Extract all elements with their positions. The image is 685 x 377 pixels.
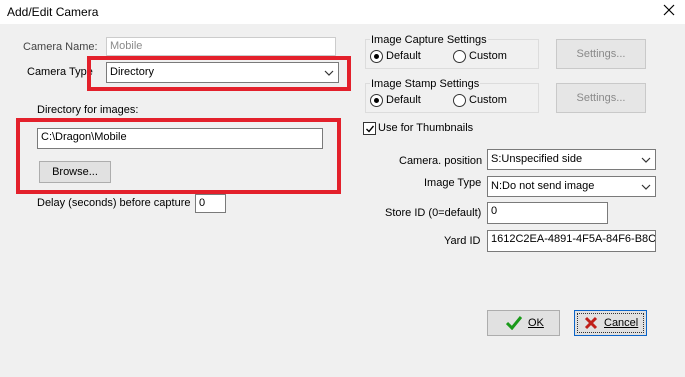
window-title: Add/Edit Camera [7, 5, 99, 19]
image-stamp-title: Image Stamp Settings [370, 78, 481, 90]
chevron-down-icon [641, 182, 651, 190]
image-stamp-settings-button[interactable]: Settings... [556, 83, 646, 113]
camera-position-select[interactable]: S:Unspecified side [487, 149, 656, 170]
image-stamp-custom-label: Custom [469, 94, 507, 106]
image-stamp-default-radio[interactable] [370, 94, 383, 107]
chevron-down-icon [641, 155, 651, 163]
image-capture-custom-radio[interactable] [453, 50, 466, 63]
image-capture-default-label: Default [386, 50, 421, 62]
camera-name-label: Camera Name: [23, 41, 98, 53]
highlight-box-camera-type [87, 56, 351, 91]
delay-label: Delay (seconds) before capture [37, 197, 191, 209]
yard-id-field[interactable]: 1612C2EA-4891-4F5A-84F6-B8C9 [487, 230, 656, 252]
image-capture-default-radio[interactable] [370, 50, 383, 63]
image-capture-title: Image Capture Settings [370, 34, 488, 46]
camera-position-value: S:Unspecified side [491, 153, 583, 165]
directory-label: Directory for images: [37, 104, 139, 116]
image-capture-custom-label: Custom [469, 50, 507, 62]
delay-field[interactable]: 0 [195, 194, 226, 213]
store-id-label: Store ID (0=default) [385, 207, 482, 219]
thumbnails-checkbox[interactable] [363, 122, 376, 135]
x-icon [584, 316, 598, 333]
close-icon[interactable] [662, 3, 676, 17]
camera-type-label: Camera Type [27, 66, 93, 78]
ok-button[interactable]: OK [487, 310, 560, 336]
image-stamp-default-label: Default [386, 94, 421, 106]
camera-name-field[interactable]: Mobile [106, 37, 336, 56]
image-stamp-custom-radio[interactable] [453, 94, 466, 107]
highlight-box-directory [16, 118, 341, 194]
cancel-label: Cancel [604, 317, 639, 329]
image-type-select[interactable]: N:Do not send image [487, 176, 656, 197]
ok-label: OK [528, 317, 544, 329]
check-icon [505, 316, 523, 333]
title-bar [0, 0, 685, 24]
store-id-field[interactable]: 0 [487, 202, 608, 224]
image-capture-settings-button[interactable]: Settings... [556, 39, 646, 69]
image-type-label: Image Type [424, 177, 482, 189]
thumbnails-label: Use for Thumbnails [378, 122, 474, 134]
yard-id-label: Yard ID [444, 235, 481, 247]
cancel-button[interactable]: Cancel [574, 310, 647, 336]
camera-position-label: Camera. position [399, 155, 483, 167]
image-type-value: N:Do not send image [491, 180, 595, 192]
